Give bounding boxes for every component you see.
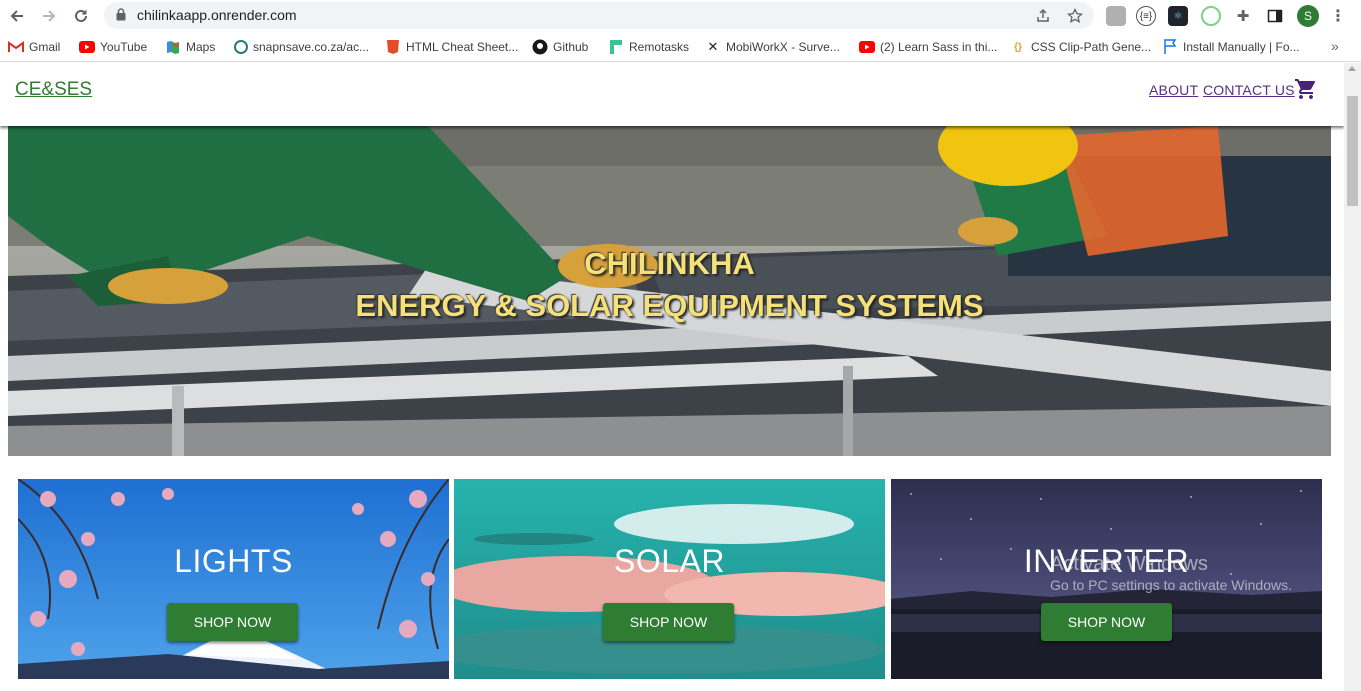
tile-title-lights: LIGHTS bbox=[174, 543, 293, 579]
bookmark-label: Remotasks bbox=[629, 40, 690, 54]
shopping-cart-icon[interactable] bbox=[1294, 77, 1318, 101]
lock-icon bbox=[116, 8, 126, 21]
browser-toolbar: chilinkaapp.onrender.com {≡} ⚛ ✚ S ⋮ bbox=[0, 0, 1361, 32]
bookmark-gmail[interactable]: Gmail bbox=[8, 39, 60, 55]
hero-title-line1: CHILINKHA bbox=[584, 246, 755, 281]
flag-icon bbox=[1162, 39, 1178, 55]
watermark-subtitle: Go to PC settings to activate Windows. bbox=[1050, 577, 1292, 593]
forward-arrow-icon bbox=[43, 10, 56, 22]
css-icon: {} bbox=[1014, 41, 1022, 53]
snapnsave-icon bbox=[234, 40, 248, 54]
extension-circle-icon[interactable] bbox=[1201, 6, 1221, 26]
tile-title-solar: SOLAR bbox=[614, 543, 725, 579]
scrollbar-thumb[interactable] bbox=[1347, 96, 1358, 206]
bookmark-remotasks[interactable]: Remotasks bbox=[608, 39, 689, 55]
nav-about-link[interactable]: ABOUT bbox=[1149, 82, 1198, 98]
shop-now-button-lights[interactable]: SHOP NOW bbox=[167, 603, 298, 641]
category-tile-solar[interactable]: SOLAR SHOP NOW bbox=[454, 479, 885, 679]
page-viewport: CE&SES ABOUT CONTACT US CHILINKHA ENERGY… bbox=[0, 63, 1344, 691]
gmail-icon bbox=[8, 39, 24, 55]
shop-now-button-inverter[interactable]: SHOP NOW bbox=[1041, 603, 1172, 641]
brand-logo-link[interactable]: CE&SES bbox=[15, 79, 92, 101]
site-header: CE&SES ABOUT CONTACT US bbox=[0, 63, 1344, 126]
hero-title-line2: ENERGY & SOLAR EQUIPMENT SYSTEMS bbox=[355, 288, 984, 323]
bookmark-mobiworkx[interactable]: ✕ MobiWorkX - Surve... bbox=[705, 39, 840, 55]
bookmark-html-cheat-sheet[interactable]: HTML Cheat Sheet... bbox=[385, 39, 518, 55]
bookmark-maps[interactable]: Maps bbox=[165, 39, 215, 55]
youtube-icon bbox=[79, 39, 95, 55]
maps-icon bbox=[165, 39, 181, 55]
bookmark-label: MobiWorkX - Surve... bbox=[726, 40, 840, 54]
page-scrollbar[interactable] bbox=[1344, 63, 1361, 691]
hero-banner: CHILINKHA ENERGY & SOLAR EQUIPMENT SYSTE… bbox=[8, 126, 1331, 456]
side-panel-icon[interactable] bbox=[1265, 6, 1285, 26]
scroll-up-arrow-icon[interactable] bbox=[1348, 66, 1356, 71]
react-devtools-icon[interactable]: ⚛ bbox=[1168, 6, 1188, 26]
extension-photo-icon[interactable] bbox=[1106, 6, 1126, 26]
watermark-title: Activate Windows bbox=[1050, 553, 1208, 575]
bookmarks-overflow-button[interactable]: » bbox=[1331, 38, 1339, 54]
bookmark-github[interactable]: Github bbox=[532, 39, 588, 55]
profile-avatar[interactable]: S bbox=[1297, 5, 1319, 27]
mobiworkx-icon: ✕ bbox=[707, 39, 719, 54]
reload-icon bbox=[75, 9, 87, 22]
nav-contact-link[interactable]: CONTACT US bbox=[1203, 82, 1295, 98]
html-icon bbox=[385, 39, 401, 55]
bookmark-label: YouTube bbox=[100, 40, 148, 54]
extension-json-icon[interactable]: {≡} bbox=[1136, 6, 1156, 26]
bookmark-label: CSS Clip-Path Gene... bbox=[1031, 40, 1152, 54]
bookmark-install-manually[interactable]: Install Manually | Fo... bbox=[1162, 39, 1300, 55]
shop-now-button-solar[interactable]: SHOP NOW bbox=[603, 603, 734, 641]
windows-activation-watermark: Activate Windows Go to PC settings to ac… bbox=[1050, 553, 1292, 593]
bookmark-star-icon[interactable] bbox=[1065, 6, 1085, 26]
bookmark-label: (2) Learn Sass in thi... bbox=[880, 40, 998, 54]
bookmark-youtube[interactable]: YouTube bbox=[79, 39, 147, 55]
url-text: chilinkaapp.onrender.com bbox=[137, 7, 297, 23]
back-button[interactable] bbox=[5, 4, 29, 28]
youtube-icon bbox=[859, 39, 875, 55]
reload-button[interactable] bbox=[69, 4, 93, 28]
share-icon[interactable] bbox=[1033, 6, 1053, 26]
back-arrow-icon bbox=[10, 10, 23, 22]
bookmarks-bar: Gmail YouTube Maps snapnsave.co.za/ac...… bbox=[0, 32, 1361, 62]
extensions-puzzle-icon[interactable]: ✚ bbox=[1233, 6, 1253, 26]
bookmark-snapnsave[interactable]: snapnsave.co.za/ac... bbox=[234, 39, 369, 55]
bookmark-css-clip-path[interactable]: {} CSS Clip-Path Gene... bbox=[1010, 39, 1151, 55]
forward-button[interactable] bbox=[37, 4, 61, 28]
address-bar[interactable]: chilinkaapp.onrender.com bbox=[104, 2, 1094, 29]
github-icon bbox=[532, 39, 548, 55]
bookmark-label: snapnsave.co.za/ac... bbox=[253, 40, 370, 54]
remotasks-icon bbox=[608, 39, 624, 55]
bookmark-label: HTML Cheat Sheet... bbox=[406, 40, 519, 54]
bookmark-label: Gmail bbox=[29, 40, 61, 54]
bookmark-learn-sass[interactable]: (2) Learn Sass in thi... bbox=[859, 39, 997, 55]
browser-menu-icon[interactable]: ⋮ bbox=[1328, 6, 1348, 26]
bookmark-label: Maps bbox=[186, 40, 216, 54]
category-tile-lights[interactable]: LIGHTS SHOP NOW bbox=[18, 479, 449, 679]
bookmark-label: Install Manually | Fo... bbox=[1183, 40, 1300, 54]
bookmark-label: Github bbox=[553, 40, 589, 54]
